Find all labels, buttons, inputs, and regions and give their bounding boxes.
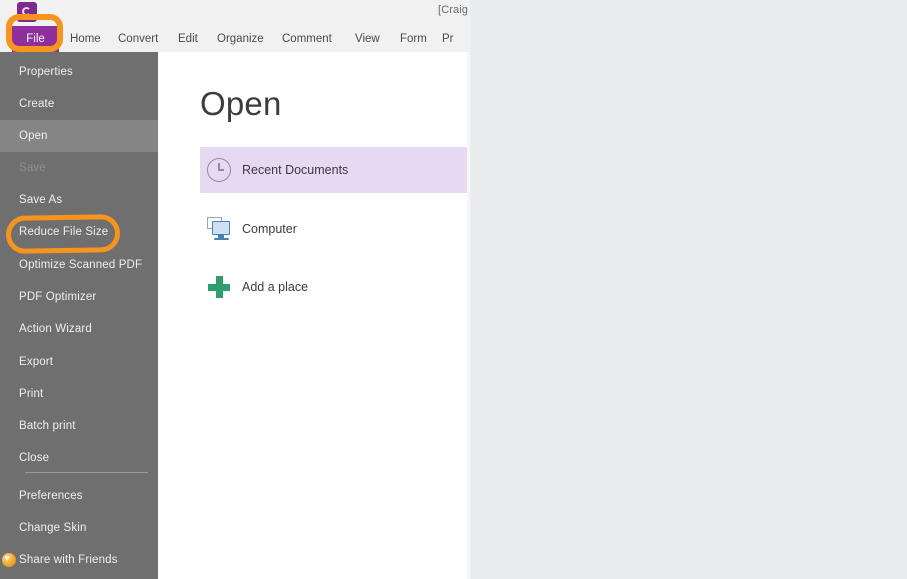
menu-item-optimize-scanned-pdf[interactable]: Optimize Scanned PDF: [0, 249, 158, 281]
backstage-menu: Properties Create Open Save Save As Reduce Fi…: [0, 52, 158, 579]
tab-comment[interactable]: Comment: [282, 26, 332, 52]
tab-organize[interactable]: Organize: [217, 26, 264, 52]
menu-item-create[interactable]: Create: [0, 88, 158, 120]
place-item-label: Recent Documents: [242, 163, 349, 177]
clock-icon: [207, 158, 231, 182]
place-item-recent-documents[interactable]: Recent Documents: [200, 147, 470, 193]
page-title: Open: [200, 85, 282, 122]
place-item-add-a-place[interactable]: Add a place: [200, 264, 470, 310]
plus-icon: [207, 275, 231, 299]
tab-form[interactable]: Form: [400, 26, 427, 52]
place-item-label: Add a place: [242, 280, 309, 294]
screen: [Craig File Home Convert Edit Organize Comme…: [0, 0, 907, 579]
menu-item-pdf-optimizer[interactable]: PDF Optimizer: [0, 281, 158, 313]
menu-divider: [25, 472, 148, 473]
window-title: [Craig: [438, 4, 468, 16]
tab-convert[interactable]: Convert: [118, 26, 158, 52]
title-bar: [Craig: [0, 0, 470, 26]
share-heart-icon: [2, 551, 16, 567]
tab-edit[interactable]: Edit: [178, 26, 198, 52]
app-logo-icon: [17, 2, 37, 22]
desktop-background: [470, 0, 907, 579]
menu-item-batch-print[interactable]: Batch print: [0, 410, 158, 442]
place-item-computer[interactable]: Computer: [200, 206, 470, 252]
tab-view[interactable]: View: [355, 26, 380, 52]
menu-item-open[interactable]: Open: [0, 120, 158, 152]
backstage-content: Open Recent Documents Computer Add a place: [158, 52, 470, 579]
menu-item-export[interactable]: Export: [0, 346, 158, 378]
menu-item-preferences[interactable]: Preferences: [0, 480, 158, 512]
menu-item-print[interactable]: Print: [0, 378, 158, 410]
ribbon-tab-strip: File Home Convert Edit Organize Comment View F…: [0, 26, 470, 53]
tab-pr[interactable]: Pr: [442, 26, 454, 52]
computer-icon: [207, 217, 231, 241]
menu-item-action-wizard[interactable]: Action Wizard: [0, 313, 158, 345]
menu-item-save-as[interactable]: Save As: [0, 184, 158, 216]
place-item-label: Computer: [242, 222, 297, 236]
tab-file[interactable]: File: [12, 26, 59, 52]
menu-item-close[interactable]: Close: [0, 442, 158, 474]
menu-item-save: Save: [19, 162, 46, 174]
tab-home[interactable]: Home: [70, 26, 101, 52]
menu-item-properties[interactable]: Properties: [0, 56, 158, 88]
application-window: [Craig File Home Convert Edit Organize Comme…: [0, 0, 470, 579]
menu-item-reduce-file-size[interactable]: Reduce File Size: [0, 216, 158, 248]
menu-item-label: Share with Friends: [19, 554, 118, 566]
menu-item-change-skin[interactable]: Change Skin: [0, 512, 158, 544]
menu-item-share-with-friends[interactable]: Share with Friends: [0, 544, 158, 576]
content-right-edge: [467, 52, 470, 579]
